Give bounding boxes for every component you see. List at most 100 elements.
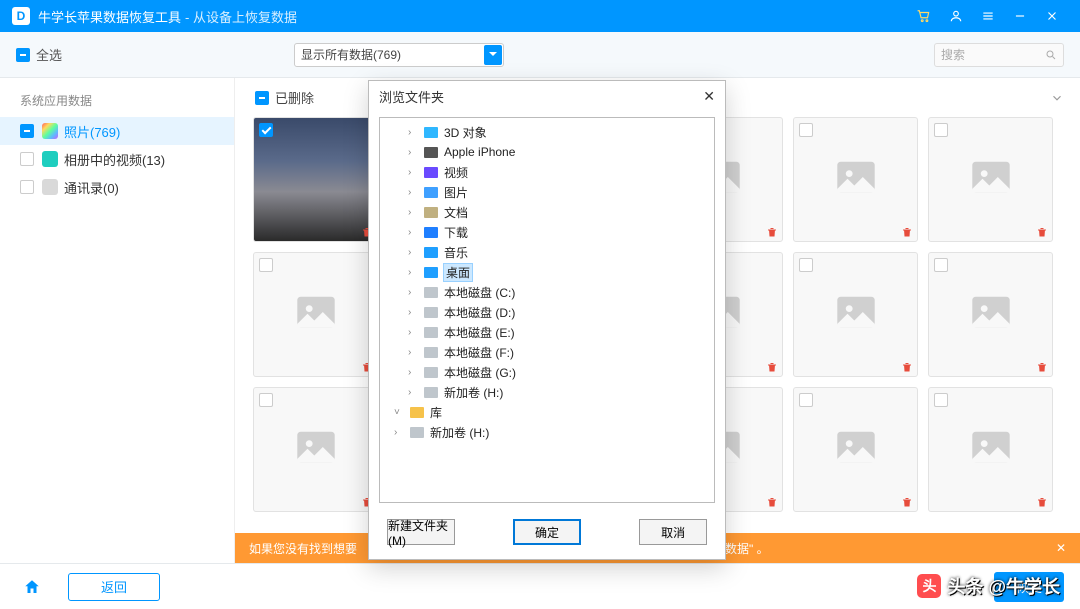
ok-button[interactable]: 确定	[513, 519, 581, 545]
chevron-down-icon	[484, 45, 502, 65]
sidebar-item[interactable]: 相册中的视频(13)	[0, 145, 234, 173]
thumb-checkbox[interactable]	[799, 123, 813, 137]
expander-icon[interactable]: ›	[408, 207, 418, 218]
home-button[interactable]	[16, 571, 48, 603]
app-subtitle: - 从设备上恢复数据	[185, 7, 297, 26]
folder-icon	[423, 125, 439, 139]
expander-icon[interactable]: ›	[408, 127, 418, 138]
tree-item[interactable]: › 音乐	[380, 242, 714, 262]
trash-icon	[1036, 495, 1048, 507]
folder-icon	[423, 205, 439, 219]
tree-item[interactable]: › 下载	[380, 222, 714, 242]
expander-icon[interactable]: ›	[408, 167, 418, 178]
filter-dropdown[interactable]: 显示所有数据(769)	[294, 43, 504, 67]
tree-item[interactable]: ˅ 库	[380, 402, 714, 422]
select-all-checkbox[interactable]: 全选	[16, 45, 62, 64]
tree-item[interactable]: › 本地磁盘 (C:)	[380, 282, 714, 302]
tree-item[interactable]: › 文档	[380, 202, 714, 222]
thumbnail[interactable]	[928, 387, 1053, 512]
image-placeholder-icon	[970, 160, 1012, 199]
image-placeholder-icon	[835, 430, 877, 469]
tree-item-label: 本地磁盘 (C:)	[444, 284, 515, 301]
tree-item[interactable]: › 图片	[380, 182, 714, 202]
thumb-checkbox[interactable]	[934, 258, 948, 272]
tree-item[interactable]: › 新加卷 (H:)	[380, 382, 714, 402]
image-placeholder-icon	[295, 430, 337, 469]
tree-item-label: 音乐	[444, 244, 468, 261]
tree-item[interactable]: › 本地磁盘 (D:)	[380, 302, 714, 322]
expander-icon[interactable]: ›	[408, 347, 418, 358]
expander-icon[interactable]: ›	[408, 287, 418, 298]
sidebar-item[interactable]: 通讯录(0)	[0, 173, 234, 201]
thumbnail[interactable]	[928, 252, 1053, 377]
browse-folder-dialog: 浏览文件夹 ✕ › 3D 对象› Apple iPhone› 视频› 图片› 文…	[368, 80, 726, 560]
dialog-close-button[interactable]: ✕	[703, 88, 715, 105]
expander-icon[interactable]: ›	[408, 387, 418, 398]
thumbnail[interactable]	[253, 252, 378, 377]
expander-icon[interactable]: ›	[408, 227, 418, 238]
minimize-button[interactable]	[1004, 0, 1036, 32]
thumb-checkbox[interactable]	[934, 393, 948, 407]
trash-icon	[1036, 360, 1048, 372]
sidebar-item[interactable]: 照片(769)	[0, 117, 234, 145]
tree-item[interactable]: › Apple iPhone	[380, 142, 714, 162]
tree-item[interactable]: › 本地磁盘 (F:)	[380, 342, 714, 362]
tree-item-label: 库	[430, 404, 442, 421]
chevron-down-icon[interactable]	[1050, 91, 1064, 105]
tree-item[interactable]: › 视频	[380, 162, 714, 182]
thumbnail[interactable]	[253, 117, 378, 242]
thumbnail[interactable]	[793, 117, 918, 242]
back-button[interactable]: 返回	[68, 573, 160, 601]
tree-item[interactable]: › 新加卷 (H:)	[380, 422, 714, 442]
thumbnail[interactable]	[793, 252, 918, 377]
thumbnail[interactable]	[793, 387, 918, 512]
folder-icon	[423, 245, 439, 259]
expander-icon[interactable]: ›	[408, 267, 418, 278]
thumbnail[interactable]	[928, 117, 1053, 242]
tree-item[interactable]: › 本地磁盘 (E:)	[380, 322, 714, 342]
folder-tree[interactable]: › 3D 对象› Apple iPhone› 视频› 图片› 文档› 下载› 音…	[379, 117, 715, 503]
thumb-checkbox[interactable]	[934, 123, 948, 137]
tree-item[interactable]: › 本地磁盘 (G:)	[380, 362, 714, 382]
expander-icon[interactable]: ›	[408, 367, 418, 378]
trash-icon	[901, 495, 913, 507]
expander-icon[interactable]: ›	[408, 147, 418, 158]
select-all-label: 全选	[36, 45, 62, 64]
image-placeholder-icon	[970, 430, 1012, 469]
expander-icon[interactable]: ›	[408, 327, 418, 338]
banner-close-icon[interactable]: ✕	[1056, 541, 1066, 555]
sidebar: 系统应用数据 照片(769) 相册中的视频(13) 通讯录(0)	[0, 78, 235, 563]
search-input[interactable]: 搜索	[934, 43, 1064, 67]
cart-icon[interactable]	[908, 0, 940, 32]
user-icon[interactable]	[940, 0, 972, 32]
thumbnail[interactable]	[253, 387, 378, 512]
thumb-checkbox[interactable]	[259, 393, 273, 407]
expander-icon[interactable]: ›	[394, 427, 404, 438]
menu-icon[interactable]	[972, 0, 1004, 32]
expander-icon[interactable]: ›	[408, 247, 418, 258]
expander-icon[interactable]: ›	[408, 307, 418, 318]
tree-item[interactable]: › 桌面	[380, 262, 714, 282]
cancel-button[interactable]: 取消	[639, 519, 707, 545]
thumb-checkbox[interactable]	[799, 258, 813, 272]
deleted-section-label: 已删除	[275, 88, 314, 107]
image-placeholder-icon	[835, 160, 877, 199]
trash-icon	[766, 225, 778, 237]
new-folder-button[interactable]: 新建文件夹(M)	[387, 519, 455, 545]
thumb-checkbox[interactable]	[799, 393, 813, 407]
close-button[interactable]	[1036, 0, 1068, 32]
sidebar-item-label: 通讯录(0)	[64, 178, 119, 197]
expander-icon[interactable]: ˅	[394, 407, 404, 418]
checkbox-icon	[20, 180, 34, 194]
trash-icon	[1036, 225, 1048, 237]
thumb-checkbox[interactable]	[259, 123, 273, 137]
tree-item[interactable]: › 3D 对象	[380, 122, 714, 142]
expander-icon[interactable]: ›	[408, 187, 418, 198]
search-icon	[1045, 49, 1057, 61]
tree-item-label: 桌面	[444, 264, 472, 281]
category-icon	[42, 151, 58, 167]
thumb-checkbox[interactable]	[259, 258, 273, 272]
tip-text-suffix: 数据" 。	[725, 540, 769, 557]
folder-icon	[423, 265, 439, 279]
title-bar: D 牛学长苹果数据恢复工具 - 从设备上恢复数据	[0, 0, 1080, 32]
